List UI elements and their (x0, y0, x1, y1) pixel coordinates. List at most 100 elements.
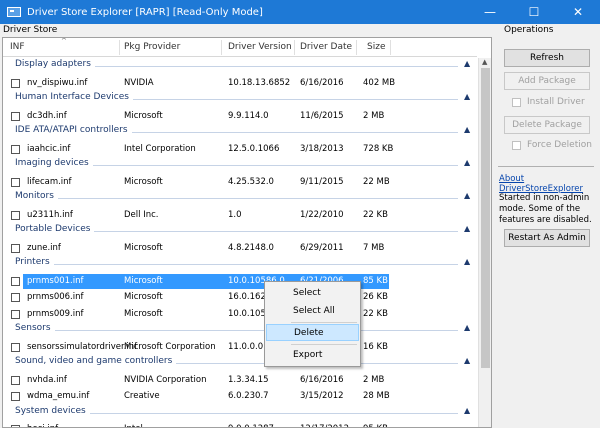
collapse-chevron-icon[interactable]: ▲ (464, 158, 470, 167)
install-driver-checkbox[interactable]: Install Driver (512, 97, 585, 107)
group-header[interactable]: Human Interface Devices ▲ (3, 91, 477, 108)
menu-item-delete[interactable]: Delete (266, 324, 359, 341)
row-checkbox[interactable] (11, 342, 20, 352)
cell-version: 9.9.114.0 (228, 110, 269, 121)
driver-row[interactable]: prnms001.infMicrosoft10.0.10586.06/21/20… (3, 273, 477, 290)
column-divider[interactable] (390, 40, 391, 55)
group-header[interactable]: Portable Devices ▲ (3, 223, 477, 240)
row-checkbox[interactable] (11, 243, 20, 253)
driver-row[interactable]: iaahcic.inf Intel Corporation 12.5.0.1066 3… (3, 141, 477, 158)
refresh-button[interactable]: Refresh (504, 49, 590, 67)
cell-date: 1/22/2010 (300, 209, 344, 220)
collapse-chevron-icon[interactable]: ▲ (464, 323, 470, 332)
row-checkbox[interactable] (11, 144, 20, 154)
column-divider[interactable] (119, 40, 120, 55)
about-link[interactable]: About DriverStoreExplorer (499, 174, 600, 194)
checkbox-box[interactable] (512, 140, 521, 150)
driver-row[interactable]: nvhda.inf NVIDIA Corporation 1.3.34.15 6/16… (3, 372, 477, 389)
row-checkbox[interactable] (11, 309, 20, 319)
group-label: Sensors (15, 323, 51, 333)
driver-row[interactable]: dc3dh.inf Microsoft 9.9.114.0 11/6/2015 2 MB (3, 108, 477, 125)
cell-size: 2 MB (363, 374, 385, 385)
restart-as-admin-button[interactable]: Restart As Admin (504, 229, 590, 247)
collapse-chevron-icon[interactable]: ▲ (464, 406, 470, 415)
group-label: Printers (15, 257, 50, 267)
row-checkbox[interactable] (11, 375, 20, 385)
group-header[interactable]: Monitors ▲ (3, 190, 477, 207)
column-divider[interactable] (356, 40, 357, 55)
cell-provider: NVIDIA Corporation (124, 374, 207, 385)
group-divider-line (54, 264, 458, 265)
cell-provider: Microsoft (124, 176, 163, 187)
group-divider-line (132, 132, 458, 133)
group-header[interactable]: Sound, video and game controllers ▲ (3, 355, 477, 372)
row-checkbox[interactable] (11, 78, 20, 88)
cell-date: 6/29/2011 (300, 242, 344, 253)
driver-row[interactable]: prnms009.inf Microsoft 10.0.1058 22 KB (3, 306, 477, 323)
checkbox-box[interactable] (512, 97, 521, 107)
driver-row[interactable]: lifecam.inf Microsoft 4.25.532.0 9/11/2015 2… (3, 174, 477, 191)
cell-inf: u2311h.inf (27, 209, 73, 220)
cell-inf: prnms006.inf (27, 292, 84, 302)
row-checkbox[interactable] (11, 293, 20, 302)
group-header[interactable]: Display adapters ▲ (3, 58, 477, 75)
collapse-chevron-icon[interactable]: ▲ (464, 356, 470, 365)
add-package-button[interactable]: Add Package (504, 72, 590, 90)
cell-date: 11/6/2015 (300, 110, 344, 121)
collapse-chevron-icon[interactable]: ▲ (464, 257, 470, 266)
group-header[interactable]: Sensors ▲ (3, 322, 477, 339)
menu-item-select-all[interactable]: Select All (265, 303, 360, 320)
minimize-button[interactable]: — (468, 0, 512, 24)
driver-row[interactable]: sensorssimulatordriver.inf Microsoft Corp… (3, 339, 477, 356)
group-label: Display adapters (15, 59, 91, 69)
cell-version: 4.8.2148.0 (228, 242, 274, 253)
collapse-chevron-icon[interactable]: ▲ (464, 125, 470, 134)
group-header[interactable]: System devices ▲ (3, 405, 477, 422)
group-header[interactable]: IDE ATA/ATAPI controllers ▲ (3, 124, 477, 141)
menu-item-select[interactable]: Select (265, 285, 360, 302)
driver-list[interactable]: INF ^ Pkg Provider Driver Version Driver… (2, 37, 492, 428)
row-checkbox[interactable] (11, 392, 20, 401)
cell-provider: Creative (124, 391, 160, 401)
cell-size: 95 KB (363, 424, 388, 427)
column-header-size[interactable]: Size (367, 42, 385, 52)
force-deletion-checkbox[interactable]: Force Deletion (512, 140, 592, 150)
scroll-up-arrow-icon[interactable]: ▲ (482, 58, 487, 66)
row-checkbox[interactable] (11, 177, 20, 187)
driver-row[interactable]: heci.inf Intel 9.0.0.1287 12/17/2012 95 KB (3, 421, 477, 427)
driver-row[interactable]: zune.inf Microsoft 4.8.2148.0 6/29/2011 7 MB (3, 240, 477, 257)
collapse-chevron-icon[interactable]: ▲ (464, 59, 470, 68)
collapse-chevron-icon[interactable]: ▲ (464, 191, 470, 200)
collapse-chevron-icon[interactable]: ▲ (464, 92, 470, 101)
group-header[interactable]: Printers ▲ (3, 256, 477, 273)
title-bar: Driver Store Explorer [RAPR] [Read-Only … (0, 0, 600, 24)
driver-row[interactable]: wdma_emu.inf Creative 6.0.230.7 3/15/2012 28… (3, 388, 477, 405)
cell-provider: Microsoft (124, 242, 163, 253)
column-header-date[interactable]: Driver Date (300, 42, 352, 52)
menu-item-export[interactable]: Export (265, 347, 360, 364)
driver-row[interactable]: prnms006.inf Microsoft 16.0.1626 26 KB (3, 289, 477, 306)
vertical-scrollbar[interactable]: ▲ (478, 58, 491, 427)
row-checkbox[interactable] (11, 111, 20, 121)
column-divider[interactable] (221, 40, 222, 55)
collapse-chevron-icon[interactable]: ▲ (464, 224, 470, 233)
row-checkbox[interactable] (11, 210, 20, 220)
install-driver-label: Install Driver (527, 97, 585, 107)
column-divider[interactable] (294, 40, 295, 55)
maximize-button[interactable]: ☐ (512, 0, 556, 24)
row-checkbox[interactable] (11, 276, 20, 286)
cell-provider: Microsoft (124, 308, 163, 319)
cell-version: 11.0.0.0 (228, 341, 264, 352)
operations-label: Operations (504, 25, 554, 35)
cell-inf: prnms009.inf (27, 308, 84, 319)
delete-package-button[interactable]: Delete Package (504, 116, 590, 134)
scroll-thumb[interactable] (481, 68, 490, 368)
driver-row[interactable]: nv_dispiwu.inf NVIDIA 10.18.13.6852 6/16/20… (3, 75, 477, 92)
column-header-provider[interactable]: Pkg Provider (124, 42, 180, 52)
column-header-version[interactable]: Driver Version (228, 42, 292, 52)
column-header-inf[interactable]: INF (10, 42, 25, 52)
driver-row[interactable]: u2311h.inf Dell Inc. 1.0 1/22/2010 22 KB (3, 207, 477, 224)
group-header[interactable]: Imaging devices ▲ (3, 157, 477, 174)
close-button[interactable]: ✕ (556, 0, 600, 24)
cell-inf: dc3dh.inf (27, 110, 67, 121)
